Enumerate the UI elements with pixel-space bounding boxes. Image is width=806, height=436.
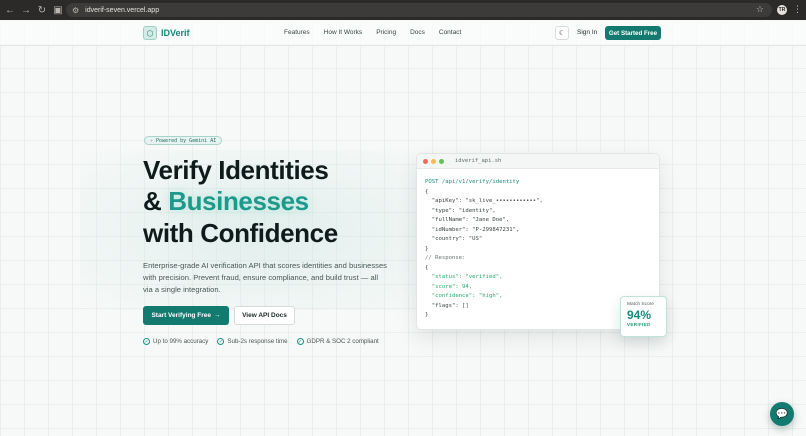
code-field: "idNumber": "P-299847231", [431,226,520,233]
feature-list: ✓ Up to 99% accuracy ✓ Sub-2s response t… [143,338,379,345]
code-line: "fullName": "Jane Doe", [425,216,659,226]
arrow-right-icon: → [214,312,221,319]
code-line: } [425,245,429,252]
window-close-dot [423,158,428,164]
theme-toggle-moon-icon[interactable]: ☾ [555,26,569,40]
browser-toolbar: ← → ↻ ▣ ⚙ idverif-seven.vercel.app ☆ TR … [0,0,806,20]
site-header: ⬡ IDVerif Features How It Works Pricing … [0,20,806,46]
url-text: idverif-seven.vercel.app [85,6,160,14]
code-response-field: "score": 94, [431,283,473,290]
code-field: "type": "identity", [431,207,496,214]
address-bar[interactable]: ⚙ idverif-seven.vercel.app ☆ [66,3,772,17]
code-line: "apiKey": "sk_live_••••••••••••", [425,197,659,207]
hero-title-line3: with Confidence [143,218,338,248]
score-value: 94% [627,308,652,322]
chat-bubble-icon[interactable]: 💬 [770,402,794,426]
feature-label: Sub-2s response time [227,338,288,345]
code-line: "type": "identity", [425,207,659,217]
code-line: "idNumber": "P-299847231", [425,226,659,236]
sparkle-icon: ✧ [150,137,154,144]
view-api-docs-button[interactable]: View API Docs [234,306,295,325]
logo-text: IDVerif [161,28,190,38]
title-accent: Businesses [168,186,309,216]
code-line: "status": "verified", [425,273,659,283]
code-response-field: "flags": [] [431,302,469,309]
code-field: "country": "US" [431,236,483,242]
bookmark-star-icon[interactable]: ☆ [756,4,764,15]
title-amp: & [143,186,169,216]
start-verifying-button[interactable]: Start Verifying Free → [143,306,229,325]
feature-item: ✓ GDPR & SOC 2 compliant [296,338,379,345]
sign-in-link[interactable]: Sign In [577,29,597,36]
feature-label: GDPR & SOC 2 compliant [306,338,379,345]
code-line: { [425,188,429,195]
code-comment: // Response: [425,255,466,261]
code-line: { [425,264,429,271]
score-status: VERIFIED [627,322,651,327]
forward-icon[interactable]: → [18,2,34,18]
reload-icon[interactable]: ↻ [34,2,50,18]
hero-title-line2: & Businesses [143,186,309,217]
browser-menu-icon[interactable]: ⋮ [793,4,802,15]
code-response-field: "status": "verified", [431,274,503,280]
feature-item: ✓ Sub-2s response time [217,338,288,345]
get-started-button[interactable]: Get Started Free [605,26,661,40]
feature-item: ✓ Up to 99% accuracy [143,338,208,345]
logo[interactable]: ⬡ IDVerif [143,26,190,40]
badge-text: Powered by Gemini AI [156,137,217,144]
code-line: "score": 94, [425,283,659,293]
window-minimize-dot [431,158,436,164]
start-verifying-label: Start Verifying Free [151,312,212,319]
nav-pricing[interactable]: Pricing [376,29,396,36]
hero-title-line1: Verify Identities [143,155,329,185]
code-response-field: "confidence": "high", [431,293,503,299]
code-window-titlebar: idverif_api.sh [417,154,659,169]
site-info-icon[interactable]: ⚙ [72,6,79,15]
code-line: "country": "US" [425,235,659,245]
check-circle-icon: ✓ [143,338,150,345]
profile-avatar[interactable]: TR [777,5,787,15]
shield-icon: ⬡ [143,26,157,40]
nav-how-it-works[interactable]: How It Works [324,29,363,36]
check-circle-icon: ✓ [296,338,304,345]
code-request-line: POST /api/v1/verify/identity [425,179,520,185]
score-label: Match Score [627,302,654,307]
code-field: "fullName": "Jane Doe", [431,217,510,223]
tab-switch-icon[interactable]: ▣ [50,2,66,18]
back-icon[interactable]: ← [2,2,18,18]
nav-docs[interactable]: Docs [410,29,425,36]
code-field: "apiKey": "sk_live_••••••••••••", [431,198,543,204]
nav-features[interactable]: Features [284,29,310,36]
powered-by-badge: ✧ Powered by Gemini AI [144,136,223,145]
feature-label: Up to 99% accuracy [153,338,209,345]
match-score-card: Match Score 94% VERIFIED [620,296,667,337]
check-circle-icon: ✓ [217,338,225,345]
main-nav: Features How It Works Pricing Docs Conta… [284,29,475,36]
hero-lead: Enterprise-grade AI verification API tha… [143,261,387,294]
window-maximize-dot [439,158,444,164]
nav-contact[interactable]: Contact [439,29,461,36]
code-window-title: idverif_api.sh [455,158,502,164]
